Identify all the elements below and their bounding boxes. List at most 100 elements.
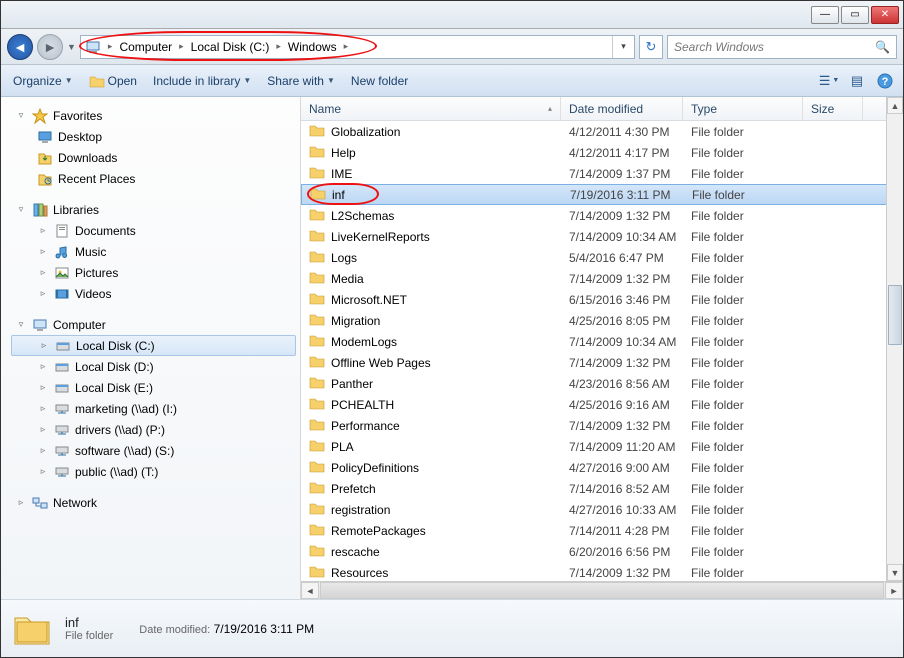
nav-music[interactable]: ▹Music [7, 241, 300, 262]
file-row-globalization[interactable]: Globalization4/12/2011 4:30 PMFile folde… [301, 121, 903, 142]
titlebar[interactable]: — ▭ ✕ [1, 1, 903, 29]
file-row-registration[interactable]: registration4/27/2016 10:33 AMFile folde… [301, 499, 903, 520]
libraries-header[interactable]: ▿ Libraries [7, 199, 300, 220]
breadcrumb-computer[interactable]: Computer [115, 36, 176, 58]
scroll-right-icon[interactable]: ► [885, 582, 903, 599]
file-row-media[interactable]: Media7/14/2009 1:32 PMFile folder [301, 268, 903, 289]
expand-icon[interactable]: ▹ [37, 246, 49, 257]
nav-pictures[interactable]: ▹Pictures [7, 262, 300, 283]
expand-icon[interactable]: ▹ [37, 267, 49, 278]
maximize-button[interactable]: ▭ [841, 6, 869, 24]
search-icon[interactable]: 🔍 [875, 40, 890, 54]
column-headers[interactable]: Name▴ Date modified Type Size [301, 97, 903, 121]
nav-desktop[interactable]: Desktop [7, 126, 300, 147]
nav-drive-local-disk-e-[interactable]: ▹Local Disk (E:) [7, 377, 300, 398]
file-row-panther[interactable]: Panther4/23/2016 8:56 AMFile folder [301, 373, 903, 394]
nav-downloads[interactable]: Downloads [7, 147, 300, 168]
scroll-thumb[interactable] [888, 285, 902, 345]
new-folder-button[interactable]: New folder [345, 70, 414, 92]
expand-icon[interactable]: ▹ [38, 340, 50, 351]
chevron-right-icon[interactable]: ▸ [105, 41, 116, 52]
breadcrumb-local-disk-c-[interactable]: Local Disk (C:) [187, 36, 274, 58]
expand-icon[interactable]: ▹ [37, 445, 49, 456]
address-bar[interactable]: ▸ Computer▸Local Disk (C:)▸Windows▸▾ [80, 35, 635, 59]
file-row-inf[interactable]: inf7/19/2016 3:11 PMFile folder [301, 184, 903, 205]
forward-button[interactable]: ► [37, 34, 63, 60]
file-row-modemlogs[interactable]: ModemLogs7/14/2009 10:34 AMFile folder [301, 331, 903, 352]
collapse-icon[interactable]: ▿ [15, 110, 27, 121]
file-row-performance[interactable]: Performance7/14/2009 1:32 PMFile folder [301, 415, 903, 436]
minimize-button[interactable]: — [811, 6, 839, 24]
close-button[interactable]: ✕ [871, 6, 899, 24]
expand-icon[interactable]: ▹ [37, 288, 49, 299]
column-size[interactable]: Size [803, 97, 863, 120]
collapse-icon[interactable]: ▿ [15, 319, 27, 330]
nav-documents[interactable]: ▹Documents [7, 220, 300, 241]
horizontal-scrollbar[interactable]: ◄ ► [301, 581, 903, 599]
expand-icon[interactable]: ▹ [37, 424, 49, 435]
open-button[interactable]: Open [83, 70, 143, 92]
column-date[interactable]: Date modified [561, 97, 683, 120]
help-button[interactable]: ? [873, 70, 897, 92]
preview-pane-button[interactable]: ▤ [845, 70, 869, 92]
file-row-prefetch[interactable]: Prefetch7/14/2016 8:52 AMFile folder [301, 478, 903, 499]
nav-drive-public-ad-t-[interactable]: ▹public (\\ad) (T:) [7, 461, 300, 482]
file-row-help[interactable]: Help4/12/2011 4:17 PMFile folder [301, 142, 903, 163]
expand-icon[interactable]: ▹ [37, 225, 49, 236]
collapse-icon[interactable]: ▿ [15, 204, 27, 215]
chevron-right-icon[interactable]: ▸ [273, 41, 284, 52]
chevron-right-icon[interactable]: ▸ [341, 41, 352, 52]
folder-icon [309, 459, 325, 476]
scroll-up-icon[interactable]: ▲ [887, 97, 903, 114]
nav-drive-marketing-ad-i-[interactable]: ▹marketing (\\ad) (I:) [7, 398, 300, 419]
scroll-track[interactable] [887, 114, 903, 564]
scroll-thumb[interactable] [320, 582, 884, 599]
file-row-microsoft-net[interactable]: Microsoft.NET6/15/2016 3:46 PMFile folde… [301, 289, 903, 310]
history-dropdown-icon[interactable]: ▼ [67, 42, 76, 52]
navigation-pane[interactable]: ▿ Favorites DesktopDownloadsRecent Place… [1, 97, 301, 599]
file-row-rescache[interactable]: rescache6/20/2016 6:56 PMFile folder [301, 541, 903, 562]
search-placeholder: Search Windows [674, 40, 764, 54]
favorites-header[interactable]: ▿ Favorites [7, 105, 300, 126]
expand-icon[interactable]: ▹ [37, 382, 49, 393]
address-dropdown-icon[interactable]: ▾ [612, 36, 634, 58]
search-input[interactable]: Search Windows 🔍 [667, 35, 897, 59]
share-with-button[interactable]: Share with▼ [261, 70, 341, 92]
nav-drive-local-disk-d-[interactable]: ▹Local Disk (D:) [7, 356, 300, 377]
file-row-migration[interactable]: Migration4/25/2016 8:05 PMFile folder [301, 310, 903, 331]
expand-icon[interactable]: ▹ [37, 403, 49, 414]
nav-drive-drivers-ad-p-[interactable]: ▹drivers (\\ad) (P:) [7, 419, 300, 440]
file-row-logs[interactable]: Logs5/4/2016 6:47 PMFile folder [301, 247, 903, 268]
expand-icon[interactable]: ▹ [15, 497, 27, 508]
refresh-button[interactable]: ↻ [639, 35, 663, 59]
file-row-ime[interactable]: IME7/14/2009 1:37 PMFile folder [301, 163, 903, 184]
chevron-right-icon[interactable]: ▸ [176, 41, 187, 52]
organize-button[interactable]: Organize▼ [7, 70, 79, 92]
expand-icon[interactable]: ▹ [37, 361, 49, 372]
view-options-button[interactable]: ☰▼ [817, 70, 841, 92]
file-row-offline-web-pages[interactable]: Offline Web Pages7/14/2009 1:32 PMFile f… [301, 352, 903, 373]
column-name[interactable]: Name▴ [301, 97, 561, 120]
file-row-livekernelreports[interactable]: LiveKernelReports7/14/2009 10:34 AMFile … [301, 226, 903, 247]
scroll-left-icon[interactable]: ◄ [301, 582, 319, 599]
back-button[interactable]: ◄ [7, 34, 33, 60]
nav-videos[interactable]: ▹Videos [7, 283, 300, 304]
nav-drive-software-ad-s-[interactable]: ▹software (\\ad) (S:) [7, 440, 300, 461]
file-row-resources[interactable]: Resources7/14/2009 1:32 PMFile folder [301, 562, 903, 581]
nav-drive-local-disk-c-[interactable]: ▹Local Disk (C:) [11, 335, 296, 356]
file-list[interactable]: Globalization4/12/2011 4:30 PMFile folde… [301, 121, 903, 581]
file-row-remotepackages[interactable]: RemotePackages7/14/2011 4:28 PMFile fold… [301, 520, 903, 541]
file-row-l2schemas[interactable]: L2Schemas7/14/2009 1:32 PMFile folder [301, 205, 903, 226]
file-row-policydefinitions[interactable]: PolicyDefinitions4/27/2016 9:00 AMFile f… [301, 457, 903, 478]
file-row-pchealth[interactable]: PCHEALTH4/25/2016 9:16 AMFile folder [301, 394, 903, 415]
scroll-down-icon[interactable]: ▼ [887, 564, 903, 581]
file-row-pla[interactable]: PLA7/14/2009 11:20 AMFile folder [301, 436, 903, 457]
breadcrumb-windows[interactable]: Windows [284, 36, 341, 58]
vertical-scrollbar[interactable]: ▲ ▼ [886, 97, 903, 581]
network-header[interactable]: ▹ Network [7, 492, 300, 513]
nav-recent-places[interactable]: Recent Places [7, 168, 300, 189]
column-type[interactable]: Type [683, 97, 803, 120]
computer-header[interactable]: ▿ Computer [7, 314, 300, 335]
include-in-library-button[interactable]: Include in library▼ [147, 70, 257, 92]
expand-icon[interactable]: ▹ [37, 466, 49, 477]
